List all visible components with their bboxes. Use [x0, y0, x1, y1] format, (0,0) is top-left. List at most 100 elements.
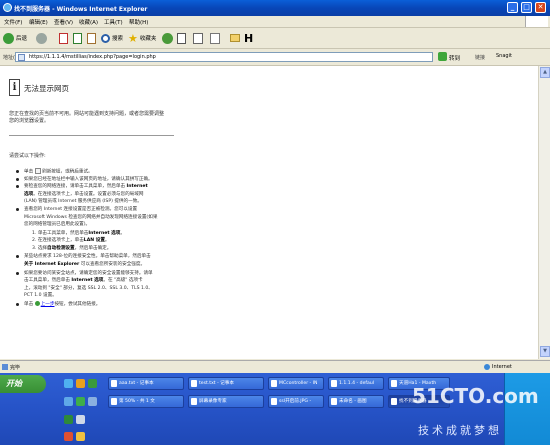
ql-app-icon[interactable]: [76, 379, 85, 388]
search-label: 搜索: [112, 36, 124, 42]
window-icon: [331, 398, 337, 405]
zone-label: Internet: [492, 364, 512, 370]
ql-misc-icon[interactable]: [64, 432, 73, 441]
help-line: 击工具菜单，然后单击 Internet 选项。在 "高级" 选项卡: [24, 278, 143, 284]
watermark-site: 51CTO.com: [412, 384, 539, 408]
bullet: [16, 208, 19, 211]
go-button[interactable]: 转到: [449, 54, 460, 62]
snagit-button[interactable]: Snagit: [496, 53, 512, 59]
window-title: 找不到服务器 - Windows Internet Explorer: [14, 6, 148, 13]
toolbar: 后退 搜索 ★ 收藏夹 H: [0, 28, 550, 49]
address-field[interactable]: https://1.1.1.4/mstillias/index.php?page…: [15, 52, 433, 62]
taskbar-button[interactable]: MCcontroller - IN: [268, 377, 324, 390]
scroll-down-button[interactable]: ▼: [540, 346, 550, 357]
mail-icon: [193, 32, 203, 44]
menu-help[interactable]: 帮助(H): [129, 18, 148, 26]
media-icon: [162, 32, 173, 44]
menu-edit[interactable]: 编辑(E): [29, 18, 48, 26]
ql-ie-icon[interactable]: [64, 379, 73, 388]
maximize-button[interactable]: □: [521, 2, 532, 13]
page-heading: 无法显示网页: [24, 84, 69, 93]
window-icon: [391, 398, 397, 405]
media-button[interactable]: [162, 31, 175, 45]
favorites-button[interactable]: ★ 收藏夹: [128, 31, 156, 45]
ql-media-icon[interactable]: [88, 379, 97, 388]
minimize-button[interactable]: _: [507, 2, 518, 13]
window-icon: [391, 380, 397, 387]
menu-favorites[interactable]: 收藏(A): [79, 18, 98, 26]
try-label: 请尝试以下操作:: [9, 153, 46, 159]
window-icon: [271, 380, 277, 387]
bullet: [16, 302, 19, 306]
ql-folder-icon[interactable]: [64, 415, 73, 424]
windows-flag-logo: [525, 16, 548, 27]
address-url: https://1.1.1.4/mstillias/index.php?page…: [29, 54, 156, 60]
back-arrow-icon: [3, 32, 14, 44]
help-line: 选项。在连接选项卡上，单击设置。设置必须与您的局域网: [24, 191, 144, 197]
window-icon: [331, 380, 337, 387]
forward-button[interactable]: [36, 31, 49, 45]
ql-tool-icon[interactable]: [76, 397, 85, 406]
window-icon: [271, 398, 277, 405]
h-logo-icon: H: [244, 31, 254, 45]
bullet: [16, 271, 19, 275]
ql-net-icon[interactable]: [76, 415, 85, 424]
menu-file[interactable]: 文件(F): [4, 18, 22, 26]
help-line: 2. 在连接选项卡上，单击LAN 设置。: [32, 238, 110, 244]
page-icon: [18, 54, 25, 61]
links-label[interactable]: 链接: [475, 54, 485, 61]
bullet: [16, 177, 19, 181]
close-button[interactable]: ✕: [535, 2, 546, 13]
taskbar-button[interactable]: ssl开启前.JPG -: [268, 395, 324, 408]
address-bar: 地址(D) https://1.1.1.4/mstillias/index.ph…: [0, 49, 550, 66]
scroll-up-button[interactable]: ▲: [540, 67, 550, 78]
stop-icon: [59, 32, 68, 44]
taskbar-button[interactable]: 屏幕录像专家: [188, 395, 264, 408]
star-icon: ★: [128, 31, 138, 45]
bullet: [16, 255, 19, 259]
taskbar-button[interactable]: 未命名 - 画图: [328, 395, 384, 408]
status-page-icon: [2, 364, 8, 370]
refresh-icon: [73, 32, 82, 44]
bullet: [16, 170, 19, 173]
back-link[interactable]: 上一步: [41, 302, 55, 307]
taskbar-button[interactable]: test.txt - 记事本: [188, 377, 264, 390]
help-line: 如果您要访问某安全站点，请确定您的安全设置能够支持。请单: [24, 270, 153, 276]
ie-icon: [3, 3, 12, 12]
back-arrow-icon: [34, 300, 40, 306]
taskbar-button[interactable]: 第 50% - 共 1 文: [108, 395, 184, 408]
stop-button[interactable]: [59, 31, 68, 45]
h-logo-button[interactable]: H: [244, 31, 253, 45]
intro-line-1: 您正在查找的页当前不可用。网站可能遇到支持问题，或者您需要调整: [9, 111, 165, 117]
page-content: i 无法显示网页 您正在查找的页当前不可用。网站可能遇到支持问题，或者您需要调整…: [0, 66, 538, 359]
help-line: 1. 单击工具菜单，然后单击Internet 选项。: [32, 230, 125, 236]
home-button[interactable]: [87, 31, 96, 45]
ql-desktop-icon[interactable]: [64, 397, 73, 406]
help-line: 关于 Internet Explorer 可以查看您所安装的安全强度。: [24, 262, 146, 267]
window-icon: [111, 380, 117, 387]
print-button[interactable]: [210, 31, 220, 45]
window-icon: [111, 398, 117, 405]
folder-button[interactable]: [230, 31, 240, 45]
menu-tools[interactable]: 工具(T): [104, 18, 123, 26]
back-button[interactable]: 后退: [3, 31, 27, 45]
forward-arrow-icon: [36, 32, 47, 44]
info-icon: i: [9, 79, 20, 96]
folder-icon: [230, 34, 240, 42]
search-button[interactable]: 搜索: [101, 31, 123, 45]
help-line: 上，滚动到 "安全" 部分，复选 SSL 2.0、SSL 3.0、TLS 1.0…: [24, 285, 153, 291]
ql-misc2-icon[interactable]: [76, 432, 85, 441]
help-line: 3. 选择自动检测设置，然后单击确定。: [32, 245, 112, 251]
taskbar-button[interactable]: 1.1.1.4 - defaul: [328, 377, 384, 390]
ql-settings-icon[interactable]: [88, 397, 97, 406]
mail-button[interactable]: [193, 31, 203, 45]
refresh-button[interactable]: [73, 31, 82, 45]
taskbar-button[interactable]: aaa.txt - 记事本: [108, 377, 184, 390]
vertical-scrollbar[interactable]: ▲ ▼: [538, 66, 550, 359]
menu-view[interactable]: 查看(V): [54, 18, 73, 26]
history-button[interactable]: [177, 31, 186, 45]
start-button[interactable]: 开始: [0, 375, 46, 393]
go-arrow-icon[interactable]: [438, 52, 447, 61]
help-line: 查看您的 Internet 连接设置是否正被检测。您可以设置: [24, 207, 138, 212]
title-bar: 找不到服务器 - Windows Internet Explorer _ □ ✕: [0, 0, 550, 16]
